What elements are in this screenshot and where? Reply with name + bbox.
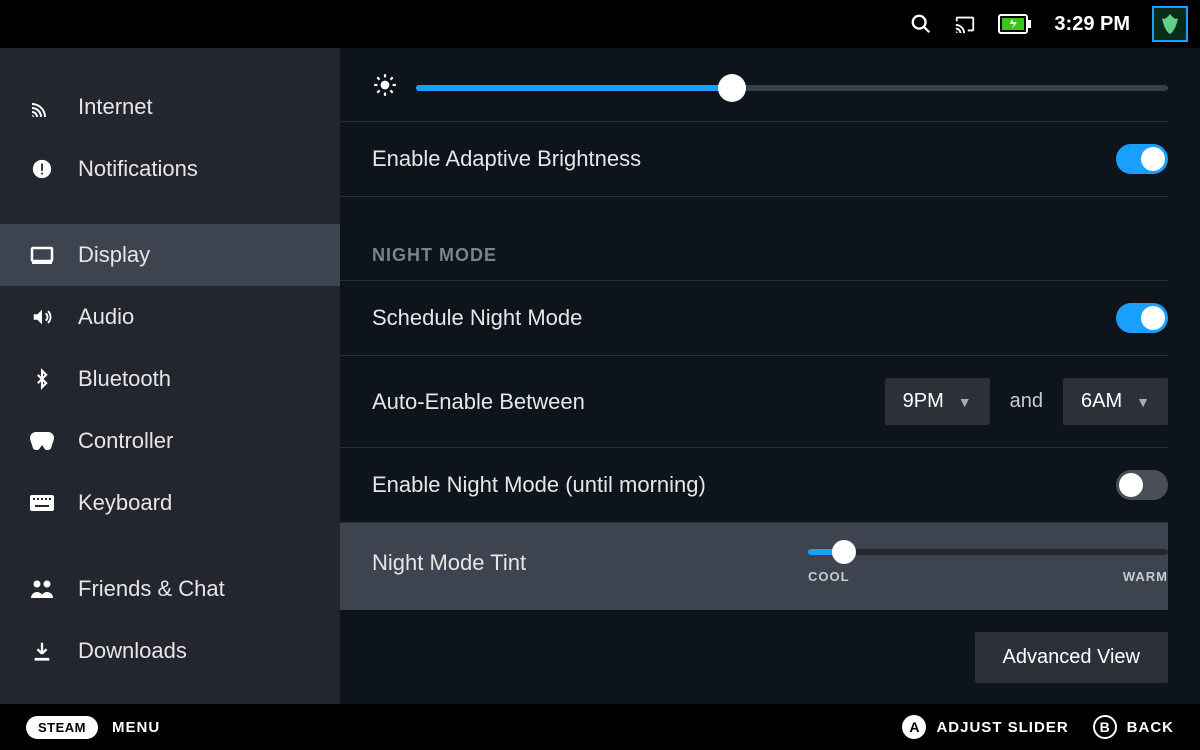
night-mode-tint-row: Night Mode Tint COOL WARM (340, 523, 1168, 610)
steam-pill[interactable]: STEAM (26, 716, 98, 739)
tint-warm-label: WARM (1123, 569, 1168, 584)
brightness-row (340, 48, 1168, 122)
sidebar-item-internet[interactable]: Internet (0, 76, 340, 138)
tint-cool-label: COOL (808, 569, 850, 584)
sidebar-item-cloud[interactable]: Cloud (0, 682, 340, 704)
download-icon (28, 640, 56, 662)
sidebar-item-notifications[interactable]: Notifications (0, 138, 340, 200)
wifi-icon (28, 95, 56, 119)
enable-night-mode-toggle[interactable] (1116, 470, 1168, 500)
settings-sidebar: Internet Notifications Display Audio (0, 48, 340, 704)
display-icon (28, 243, 56, 267)
audio-icon (28, 306, 56, 328)
night-mode-section-title: NIGHT MODE (340, 197, 1168, 281)
schedule-night-mode-row: Schedule Night Mode (340, 281, 1168, 356)
adaptive-brightness-row: Enable Adaptive Brightness (340, 122, 1168, 197)
row-label: Enable Adaptive Brightness (372, 146, 641, 172)
b-glyph-icon: B (1093, 715, 1117, 739)
advanced-view-button[interactable]: Advanced View (975, 632, 1169, 683)
status-time: 3:29 PM (1054, 13, 1130, 36)
dropdown-value: 9PM (903, 390, 944, 413)
sidebar-item-label: Display (78, 242, 150, 268)
cast-icon[interactable] (954, 13, 976, 35)
dropdown-value: 6AM (1081, 390, 1122, 413)
friends-icon (28, 579, 56, 599)
brightness-slider[interactable] (416, 76, 1168, 100)
row-label: Night Mode Tint (372, 550, 526, 576)
battery-icon[interactable] (998, 14, 1032, 34)
keyboard-icon (28, 495, 56, 511)
footer-a-label: ADJUST SLIDER (936, 719, 1068, 736)
sidebar-item-label: Notifications (78, 156, 198, 182)
auto-enable-to-dropdown[interactable]: 6AM ▼ (1063, 378, 1168, 425)
chevron-down-icon: ▼ (958, 394, 972, 410)
a-glyph-icon: A (902, 715, 926, 739)
sidebar-item-display[interactable]: Display (0, 224, 340, 286)
sidebar-item-label: Downloads (78, 638, 187, 664)
sidebar-item-label: Bluetooth (78, 366, 171, 392)
auto-enable-from-dropdown[interactable]: 9PM ▼ (885, 378, 990, 425)
row-label: Schedule Night Mode (372, 305, 582, 331)
footer-b-label: BACK (1127, 719, 1174, 736)
sidebar-item-downloads[interactable]: Downloads (0, 620, 340, 682)
enable-night-mode-row: Enable Night Mode (until morning) (340, 448, 1168, 523)
advanced-view-row: Advanced View (340, 610, 1168, 683)
row-label: Enable Night Mode (until morning) (372, 472, 706, 498)
and-label: and (1010, 390, 1043, 413)
sidebar-item-controller[interactable]: Controller (0, 410, 340, 472)
footer-a-action[interactable]: A ADJUST SLIDER (902, 715, 1068, 739)
night-mode-tint-slider[interactable] (808, 541, 1168, 563)
sidebar-item-friends[interactable]: Friends & Chat (0, 558, 340, 620)
schedule-night-mode-toggle[interactable] (1116, 303, 1168, 333)
settings-content: Enable Adaptive Brightness NIGHT MODE Sc… (340, 48, 1200, 704)
brightness-icon (372, 72, 398, 103)
controller-icon (28, 432, 56, 450)
sidebar-item-label: Controller (78, 428, 173, 454)
footer-b-action[interactable]: B BACK (1093, 715, 1174, 739)
sidebar-item-keyboard[interactable]: Keyboard (0, 472, 340, 534)
search-icon[interactable] (910, 13, 932, 35)
sidebar-item-label: Keyboard (78, 490, 172, 516)
sidebar-item-label: Friends & Chat (78, 576, 225, 602)
avatar[interactable] (1152, 6, 1188, 42)
sidebar-item-audio[interactable]: Audio (0, 286, 340, 348)
chevron-down-icon: ▼ (1136, 394, 1150, 410)
adaptive-brightness-toggle[interactable] (1116, 144, 1168, 174)
footer-bar: STEAM MENU A ADJUST SLIDER B BACK (0, 704, 1200, 750)
sidebar-item-label: Internet (78, 94, 153, 120)
alert-icon (28, 158, 56, 180)
footer-menu-label: MENU (112, 719, 160, 736)
row-label: Auto-Enable Between (372, 389, 585, 415)
status-bar: 3:29 PM (0, 0, 1200, 48)
auto-enable-row: Auto-Enable Between 9PM ▼ and 6AM ▼ (340, 356, 1168, 448)
sidebar-item-bluetooth[interactable]: Bluetooth (0, 348, 340, 410)
bluetooth-icon (28, 367, 56, 391)
sidebar-item-label: Audio (78, 304, 134, 330)
